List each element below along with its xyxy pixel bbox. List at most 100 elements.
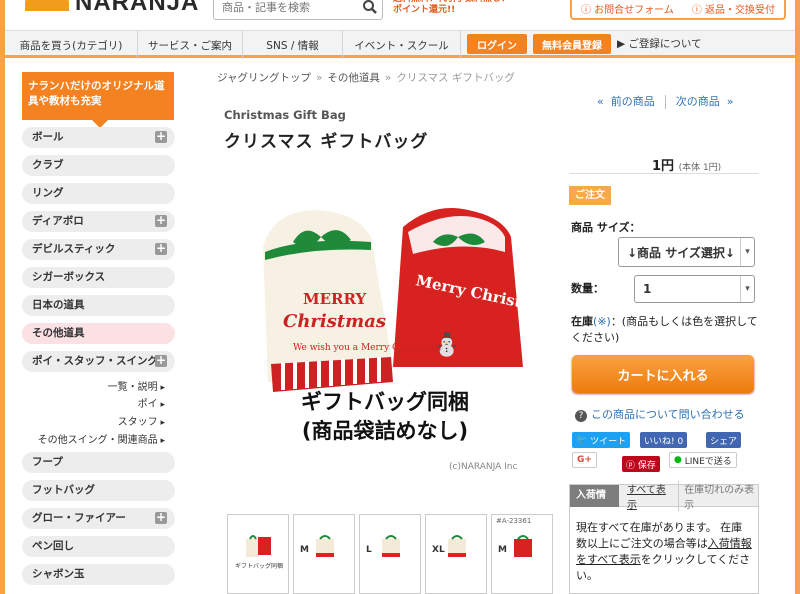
sidebar-item-glow[interactable]: グロー・ファイアー + [22, 508, 175, 529]
sidebar-sub-overview[interactable]: 一覧・説明 [108, 378, 165, 393]
bag-thumb-icon [448, 535, 466, 557]
tweet-button[interactable]: 🐦 ツイート [572, 432, 631, 448]
line-button[interactable]: ● LINEで送る [669, 452, 737, 468]
thumbnail-2[interactable]: M [293, 514, 355, 594]
sidebar: ナランハだけのオリジナル道具や教材も充実 ボール + クラブ リング ディアボロ +… [22, 72, 179, 585]
contact-link[interactable]: ⓘ お問合せフォーム [581, 1, 674, 16]
breadcrumb-other[interactable]: その他道具 [327, 72, 380, 84]
sidebar-item-footbag[interactable]: フットバッグ [22, 480, 175, 501]
stock-note-link[interactable]: (※) [593, 315, 611, 328]
question-icon: ? [575, 410, 587, 422]
twitter-icon: 🐦 [576, 435, 591, 445]
bag-thumb-icon [382, 535, 400, 557]
tab-events[interactable]: イベント・スクール [343, 31, 461, 59]
sidebar-item-other[interactable]: その他道具 [22, 323, 175, 344]
thumbnail-strip: ギフトバッグ同梱 M L XL #A-23361 M [227, 514, 557, 594]
expand-icon[interactable]: + [155, 242, 167, 255]
sidebar-item-poi[interactable]: ポイ・スタッフ・スイング + [22, 351, 175, 372]
sidebar-item-ball[interactable]: ボール + [22, 127, 175, 148]
pinterest-save-button[interactable]: ⓟ 保存 [622, 456, 660, 472]
order-label: ご注文 [569, 186, 611, 205]
bag-thumb-icon [246, 535, 271, 557]
share-button[interactable]: シェア [706, 432, 742, 448]
chevron-down-icon: ▾ [740, 276, 754, 302]
sidebar-item-japanese[interactable]: 日本の道具 [22, 295, 175, 316]
pin-icon: ⓟ [626, 460, 638, 471]
svg-text:We wish you a Merry Christmas.: We wish you a Merry Christmas. [293, 343, 442, 353]
sidebar-sub-staff[interactable]: スタッフ [118, 413, 165, 428]
expand-icon[interactable]: + [155, 130, 167, 143]
tab-sns[interactable]: SNS / 情報 [243, 31, 343, 59]
sidebar-item-pen[interactable]: ペン回し [22, 536, 175, 557]
stock-info-tabs: 入荷情報 すべて表示 在庫切れのみ表示 [570, 480, 758, 523]
next-product-link[interactable]: 次の商品 » [676, 95, 734, 108]
quantity-select[interactable]: 1 ▾ [634, 275, 755, 303]
promo-text: 送料無料！代引手数料無し！ポイント還元!! [393, 0, 510, 15]
returns-link[interactable]: ⓘ 返品・交換受付 [692, 1, 775, 16]
sidebar-sub-poi[interactable]: ポイ [138, 395, 165, 410]
stock-info-panel: 入荷情報 すべて表示 在庫切れのみ表示 現在すべて在庫があります。 在庫数以上に… [569, 480, 759, 594]
product-image[interactable]: Merry Christmas ⛄ MERRY Christmas We wis… [243, 192, 557, 477]
tab-show-all[interactable]: すべて表示 [627, 481, 672, 511]
pager-divider [664, 95, 666, 109]
sidebar-item-devilstick[interactable]: デビルスティック + [22, 239, 175, 260]
breadcrumb-top[interactable]: ジャグリングトップ [217, 72, 311, 84]
registration-info-link[interactable]: ▶ ご登録について [617, 36, 702, 51]
expand-icon[interactable]: + [155, 511, 167, 524]
bag-thumb-icon [514, 535, 532, 557]
image-caption: ギフトバッグ同梱 (商品袋詰めなし) [301, 390, 469, 443]
search-input[interactable] [214, 0, 354, 19]
sidebar-item-hoop[interactable]: フープ [22, 452, 175, 473]
stock-info-text: 現在すべて在庫があります。 在庫数以上にご注文の場合等は入荷情報をすべて表示をク… [576, 521, 752, 582]
price-divider [569, 173, 759, 174]
size-label: 商品 サイズ： [571, 221, 641, 234]
sidebar-item-diabolo[interactable]: ディアボロ + [22, 211, 175, 232]
stock-status: 在庫(※)：(商品もしくは色を選択してください) [571, 315, 758, 344]
search-icon[interactable] [362, 0, 378, 15]
register-button[interactable]: 無料会員登録 [533, 34, 611, 54]
size-select[interactable]: ↓商品 サイズ選択↓ ▾ [618, 237, 755, 267]
inquiry-link[interactable]: ? この商品について問い合わせる [575, 406, 745, 422]
logo-mark-icon [25, 0, 69, 11]
breadcrumb-current: クリスマス ギフトバッグ [396, 72, 515, 84]
tab-out-of-stock[interactable]: 在庫切れのみ表示 [678, 480, 758, 511]
logo[interactable]: NARANJA [25, 0, 199, 16]
product-title: クリスマス ギフトバッグ [224, 132, 429, 152]
login-button[interactable]: ログイン [467, 34, 527, 54]
thumbnail-3[interactable]: L [359, 514, 421, 594]
expand-icon[interactable]: + [155, 214, 167, 227]
thumbnail-5[interactable]: #A-23361 M [491, 514, 553, 594]
line-icon: ● [674, 455, 685, 465]
tab-stock-info[interactable]: 入荷情報 [570, 484, 619, 523]
price: 1円 (本体 1円) [652, 159, 722, 174]
svg-text:MERRY: MERRY [303, 290, 367, 308]
sidebar-item-club[interactable]: クラブ [22, 155, 175, 176]
tab-services[interactable]: サービス・ご案内 [138, 31, 243, 59]
thumbnail-4[interactable]: XL [425, 514, 487, 594]
sidebar-item-cigarbox[interactable]: シガーボックス [22, 267, 175, 288]
product-pager: « 前の商品 次の商品 » [597, 93, 733, 109]
expand-icon[interactable]: + [155, 354, 167, 367]
bag-thumb-icon [316, 535, 334, 557]
like-button[interactable]: いいね! 0 [640, 432, 688, 448]
chevron-down-icon: ▾ [740, 238, 754, 266]
main-nav: 商品を買う(カテゴリ) サービス・ご案内 SNS / 情報 イベント・スクール … [5, 30, 795, 59]
gift-bags-illustration: Merry Christmas ⛄ MERRY Christmas We wis… [263, 208, 557, 392]
page: NARANJA 送料無料！代引手数料無し！ポイント還元!! ⓘ お問合せフォーム… [0, 0, 800, 594]
sidebar-item-bubble[interactable]: シャボン玉 [22, 564, 175, 585]
gplus-button[interactable]: G+ [572, 452, 597, 468]
top-header: NARANJA 送料無料！代引手数料無し！ポイント還元!! ⓘ お問合せフォーム… [5, 0, 795, 30]
search-box[interactable] [213, 0, 383, 20]
add-to-cart-button[interactable]: カートに入れる [572, 355, 754, 393]
prev-product-link[interactable]: « 前の商品 [597, 95, 655, 108]
tab-shop-category[interactable]: 商品を買う(カテゴリ) [5, 31, 138, 59]
sidebar-sub-swing[interactable]: その他スイング・関連商品 [38, 431, 165, 446]
qty-label: 数量： [571, 282, 604, 295]
sidebar-item-ring[interactable]: リング [22, 183, 175, 204]
thumbnail-1[interactable]: ギフトバッグ同梱 [227, 514, 289, 594]
top-links: ⓘ お問合せフォーム ⓘ 返品・交換受付 [570, 0, 786, 20]
image-copyright: (c)NARANJA Inc [449, 462, 518, 472]
product-title-en: Christmas Gift Bag [224, 108, 346, 122]
breadcrumb: ジャグリングトップ» その他道具» クリスマス ギフトバッグ [217, 72, 515, 84]
svg-text:Christmas: Christmas [283, 311, 386, 332]
